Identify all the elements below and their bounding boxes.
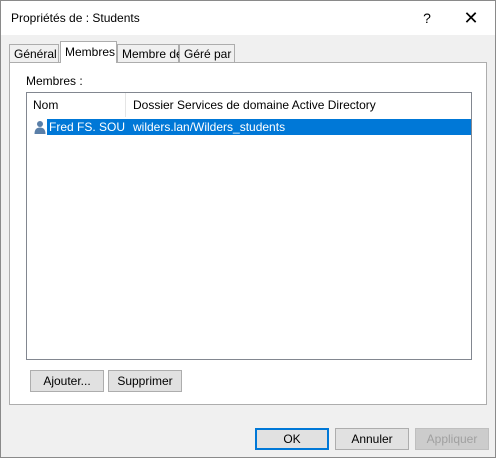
cancel-button[interactable]: Annuler: [335, 428, 409, 450]
member-folder: wilders.lan/Wilders_students: [133, 120, 286, 134]
members-panel: Membres : Nom Dossier Services de domain…: [9, 62, 487, 405]
members-label: Membres :: [26, 74, 83, 88]
column-header-name[interactable]: Nom: [27, 93, 126, 117]
user-icon: [34, 121, 46, 134]
list-header: Nom Dossier Services de domaine Active D…: [27, 93, 471, 117]
apply-button[interactable]: Appliquer: [415, 428, 489, 450]
tab-general[interactable]: Général: [9, 44, 59, 62]
help-button[interactable]: ?: [405, 1, 449, 35]
tab-member-of[interactable]: Membre de: [117, 44, 183, 62]
remove-button[interactable]: Supprimer: [108, 370, 182, 392]
properties-dialog: Propriétés de : Students ? ✕ Général Mem…: [0, 0, 496, 458]
window-title: Propriétés de : Students: [11, 11, 140, 25]
tab-managed-by[interactable]: Géré par: [179, 44, 235, 62]
close-icon: ✕: [463, 7, 479, 28]
member-row[interactable]: Fred FS. SOU... wilders.lan/Wilders_stud…: [27, 119, 471, 135]
close-button[interactable]: ✕: [449, 1, 493, 35]
ok-button[interactable]: OK: [255, 428, 329, 450]
help-icon: ?: [423, 10, 431, 26]
column-header-folder[interactable]: Dossier Services de domaine Active Direc…: [127, 93, 471, 117]
title-bar: Propriétés de : Students ? ✕: [1, 1, 495, 35]
selected-row-highlight: Fred FS. SOU... wilders.lan/Wilders_stud…: [47, 119, 471, 135]
member-name: Fred FS. SOU...: [49, 120, 125, 134]
tab-members[interactable]: Membres: [60, 41, 117, 63]
members-list[interactable]: Nom Dossier Services de domaine Active D…: [26, 92, 472, 360]
add-button[interactable]: Ajouter...: [30, 370, 104, 392]
